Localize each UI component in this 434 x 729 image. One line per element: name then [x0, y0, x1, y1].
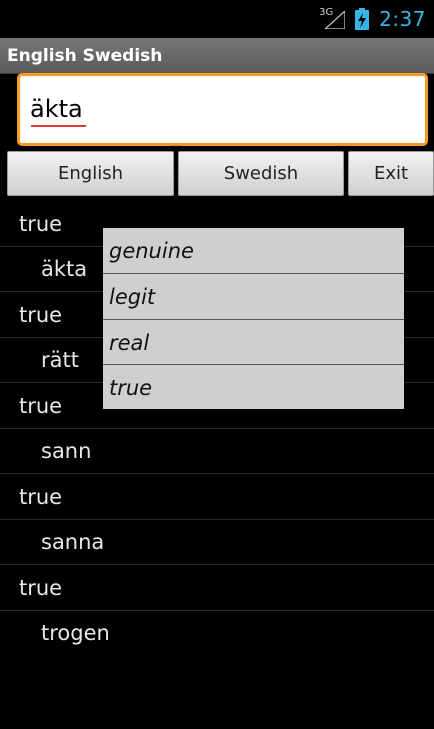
suggestion-item[interactable]: real — [103, 320, 404, 365]
app-title: English Swedish — [7, 45, 163, 66]
battery-charging-icon — [355, 8, 370, 30]
result-english[interactable]: true — [0, 475, 434, 520]
clock: 2:37 — [379, 7, 426, 31]
app-title-bar: English Swedish — [0, 38, 434, 74]
suggestion-item[interactable]: legit — [103, 274, 404, 319]
suggestion-popup: genuine legit real true — [103, 228, 404, 409]
exit-button[interactable]: Exit — [348, 151, 434, 196]
signal-indicator: 3G — [319, 7, 347, 31]
result-swedish[interactable]: sann — [0, 429, 434, 474]
result-swedish[interactable]: sanna — [0, 520, 434, 565]
search-input[interactable] — [30, 92, 410, 126]
suggestion-item[interactable]: genuine — [103, 228, 404, 273]
result-swedish[interactable]: trogen — [0, 611, 434, 647]
english-button[interactable]: English — [7, 151, 174, 196]
result-english[interactable]: true — [0, 566, 434, 611]
swedish-button[interactable]: Swedish — [178, 151, 344, 196]
status-bar: 3G 2:37 — [0, 0, 434, 38]
suggestion-item[interactable]: true — [103, 365, 404, 410]
signal-icon — [325, 11, 346, 29]
spellcheck-underline — [31, 125, 86, 127]
search-input-container[interactable] — [17, 73, 428, 146]
